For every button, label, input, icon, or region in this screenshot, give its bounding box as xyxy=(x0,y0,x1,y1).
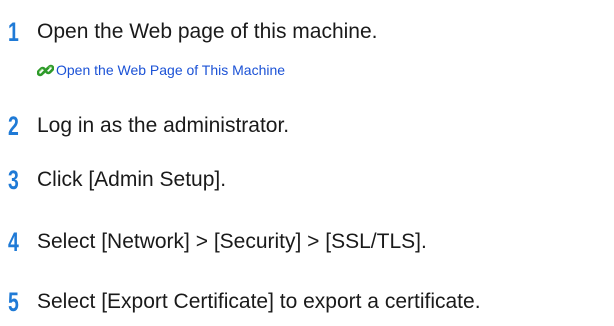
step-number: 1 xyxy=(8,17,19,47)
step-2: 2 Log in as the administrator. xyxy=(0,106,614,146)
chain-link-icon xyxy=(36,62,55,79)
web-page-link[interactable]: Open the Web Page of This Machine xyxy=(36,60,285,80)
step-3: 3 Click [Admin Setup]. xyxy=(0,160,614,200)
step-text: Select [Export Certificate] to export a … xyxy=(37,290,481,313)
step-4: 4 Select [Network] > [Security] > [SSL/T… xyxy=(0,222,614,262)
link-text[interactable]: Open the Web Page of This Machine xyxy=(56,60,285,80)
step-text: Log in as the administrator. xyxy=(37,114,290,137)
step-number: 4 xyxy=(8,227,19,257)
step-5: 5 Select [Export Certificate] to export … xyxy=(0,282,614,322)
step-text: Select [Network] > [Security] > [SSL/TLS… xyxy=(37,230,427,253)
step-number: 2 xyxy=(8,111,19,141)
step-number: 3 xyxy=(8,165,19,195)
step-1: 1 Open the Web page of this machine. xyxy=(0,12,614,52)
step-text: Click [Admin Setup]. xyxy=(37,168,227,191)
step-text: Open the Web page of this machine. xyxy=(37,20,378,43)
step-number: 5 xyxy=(8,287,19,317)
